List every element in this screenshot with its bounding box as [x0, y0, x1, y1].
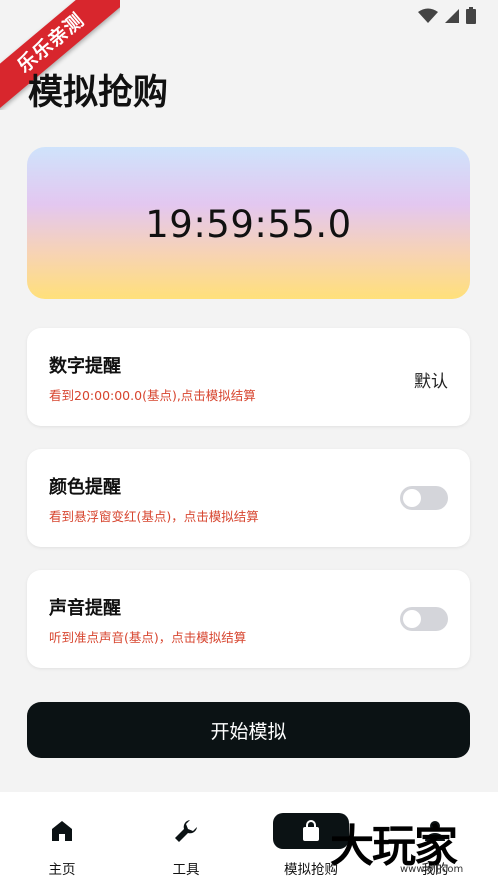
- nav-label-tools: 工具: [172, 862, 200, 878]
- sound-reminder-toggle[interactable]: [400, 607, 448, 631]
- timer-display: 19:59:55.0: [145, 202, 352, 246]
- default-option[interactable]: 默认: [414, 367, 448, 392]
- number-reminder-subtitle: 看到20:00:00.0(基点),点击模拟结算: [49, 388, 256, 403]
- timer-card: 19:59:55.0: [27, 147, 470, 299]
- sound-reminder-subtitle: 听到准点声音(基点)，点击模拟结算: [49, 630, 247, 645]
- sound-reminder-title: 声音提醒: [49, 598, 121, 619]
- color-reminder-title: 颜色提醒: [49, 477, 121, 498]
- number-reminder-card[interactable]: 数字提醒 看到20:00:00.0(基点),点击模拟结算 默认: [27, 328, 470, 426]
- toggle-knob: [403, 489, 421, 507]
- bottom-nav: 主页 工具 模拟抢购 我的 大玩家 www.6ll.com: [0, 792, 498, 888]
- nav-label-home: 主页: [48, 862, 76, 878]
- start-simulation-button[interactable]: 开始模拟: [27, 702, 470, 758]
- nav-item-tools[interactable]: 工具: [124, 792, 248, 888]
- number-reminder-title: 数字提醒: [49, 356, 121, 377]
- signal-icon: [445, 8, 459, 23]
- wifi-icon: [418, 8, 438, 23]
- battery-icon: [466, 7, 476, 24]
- color-reminder-card: 颜色提醒 看到悬浮窗变红(基点)，点击模拟结算: [27, 449, 470, 547]
- color-reminder-toggle[interactable]: [400, 486, 448, 510]
- toggle-knob: [403, 610, 421, 628]
- sound-reminder-card: 声音提醒 听到准点声音(基点)，点击模拟结算: [27, 570, 470, 668]
- page-title: 模拟抢购: [28, 73, 169, 113]
- wrench-icon: [171, 816, 201, 846]
- shopping-bag-icon: [296, 816, 326, 846]
- watermark-url: www.6ll.com: [400, 864, 464, 875]
- color-reminder-subtitle: 看到悬浮窗变红(基点)，点击模拟结算: [49, 509, 259, 524]
- nav-item-home[interactable]: 主页: [0, 792, 124, 888]
- home-icon: [47, 816, 77, 846]
